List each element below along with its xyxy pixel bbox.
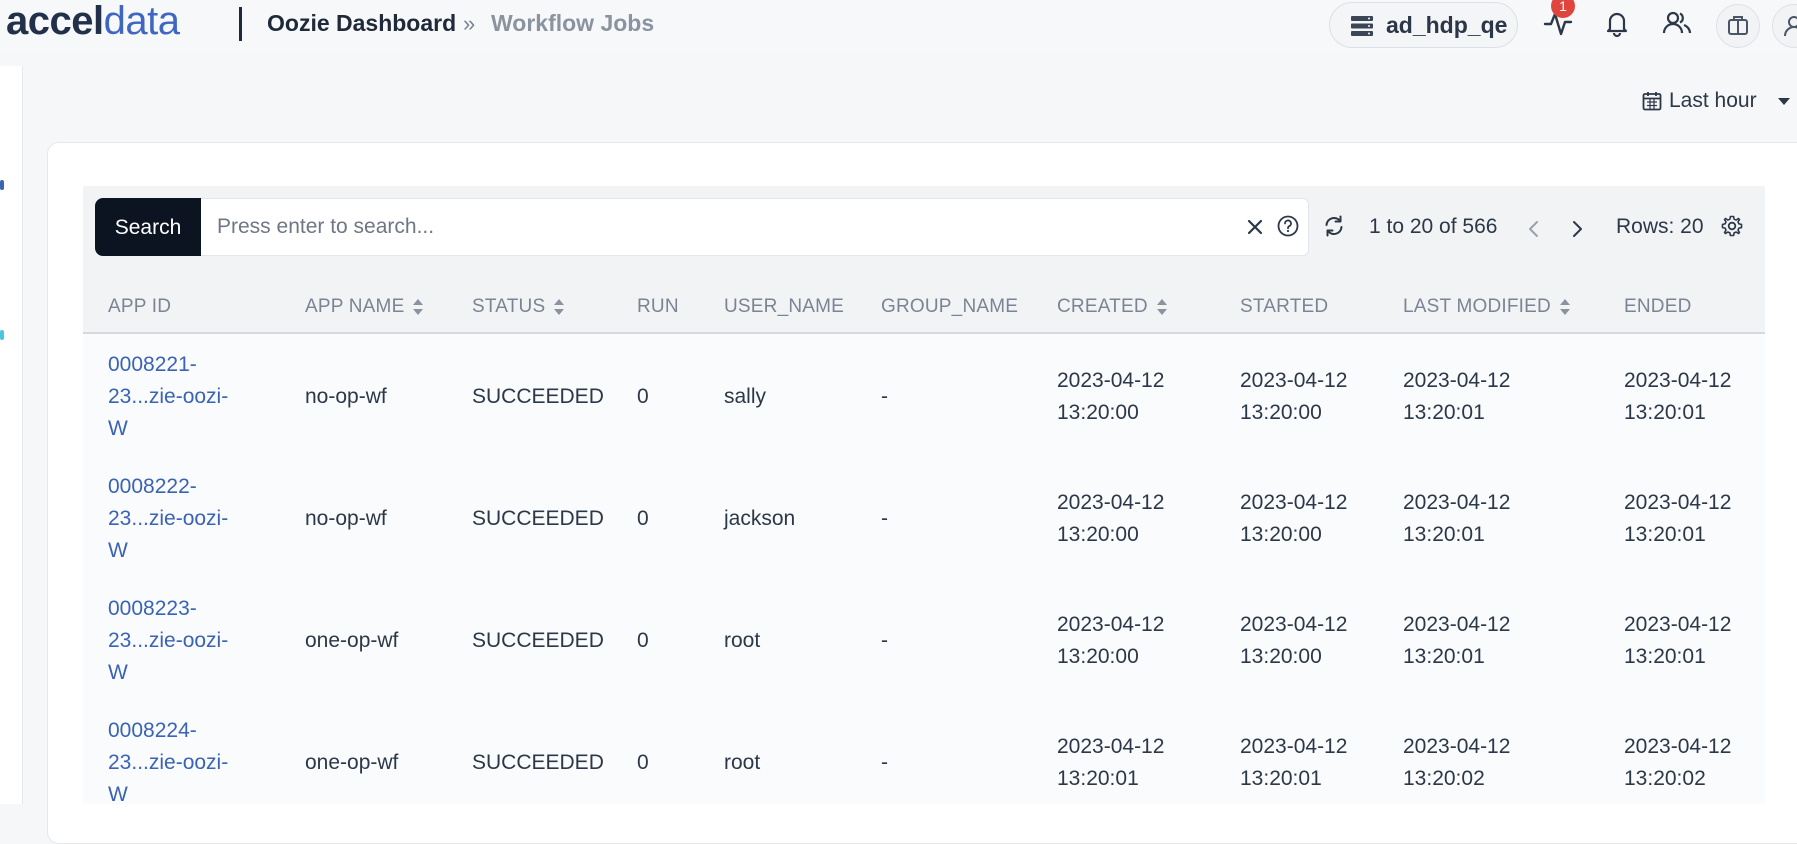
- column-header-run: RUN: [637, 296, 679, 317]
- header-divider: [239, 7, 242, 41]
- cell-user-name: root: [724, 629, 761, 652]
- cell-started: 2023-04-12 13:20:01: [1240, 735, 1348, 790]
- cell-created: 2023-04-12 13:20:01: [1057, 735, 1165, 790]
- cluster-name: ad_hdp_qe: [1386, 12, 1508, 38]
- column-header-ended: ENDED: [1624, 296, 1692, 317]
- collapsed-sidebar[interactable]: [0, 66, 23, 804]
- cell-started: 2023-04-12 13:20:00: [1240, 613, 1348, 668]
- sort-icon: [554, 298, 565, 315]
- caret-down-icon: [1778, 98, 1790, 105]
- bell-icon[interactable]: [1600, 6, 1634, 40]
- column-header-app-id: APP ID: [108, 296, 172, 317]
- cell-created: 2023-04-12 13:20:00: [1057, 369, 1165, 424]
- cell-app-name: no-op-wf: [305, 385, 387, 408]
- cell-status: SUCCEEDED: [472, 507, 604, 530]
- cell-ended: 2023-04-12 13:20:01: [1624, 369, 1732, 424]
- column-header-last-modified[interactable]: LAST MODIFIED: [1403, 296, 1571, 318]
- cell-run: 0: [637, 385, 649, 408]
- cell-user-name: root: [724, 751, 761, 774]
- gear-icon[interactable]: [1720, 214, 1744, 238]
- column-header-started: STARTED: [1240, 296, 1329, 317]
- cell-group-name: -: [881, 751, 888, 774]
- cell-started: 2023-04-12 13:20:00: [1240, 369, 1348, 424]
- sidebar-indicator: [0, 330, 4, 340]
- column-header-app-name[interactable]: APP NAME: [305, 296, 424, 318]
- cell-app-id[interactable]: 0008221- 23...zie-oozi- W: [108, 349, 228, 445]
- clear-search-icon[interactable]: [1244, 216, 1266, 238]
- cell-last-modified: 2023-04-12 13:20:01: [1403, 613, 1511, 668]
- search-input[interactable]: [201, 198, 1309, 256]
- cell-status: SUCCEEDED: [472, 385, 604, 408]
- next-page-icon[interactable]: [1570, 219, 1584, 239]
- cell-app-name: no-op-wf: [305, 507, 387, 530]
- cell-created: 2023-04-12 13:20:00: [1057, 491, 1165, 546]
- sidebar-indicator: [0, 180, 4, 190]
- cell-group-name: -: [881, 629, 888, 652]
- briefcase-icon: [1728, 16, 1748, 35]
- calendar-icon: [1642, 92, 1662, 111]
- column-header-status[interactable]: STATUS: [472, 296, 565, 318]
- column-header-created[interactable]: CREATED: [1057, 296, 1168, 318]
- search-button[interactable]: Search: [95, 198, 201, 256]
- briefcase-button[interactable]: [1716, 4, 1760, 48]
- top-header: acceldata Oozie Dashboard » Workflow Job…: [0, 0, 1797, 52]
- users-icon[interactable]: [1660, 6, 1694, 40]
- cell-app-name: one-op-wf: [305, 751, 399, 774]
- cell-last-modified: 2023-04-12 13:20:01: [1403, 369, 1511, 424]
- cell-run: 0: [637, 629, 649, 652]
- pagination-info: 1 to 20 of 566: [1369, 215, 1498, 238]
- cell-user-name: sally: [724, 385, 767, 408]
- cell-group-name: -: [881, 385, 888, 408]
- cell-status: SUCCEEDED: [472, 751, 604, 774]
- sort-icon: [1156, 298, 1167, 315]
- cell-started: 2023-04-12 13:20:00: [1240, 491, 1348, 546]
- cell-app-name: one-op-wf: [305, 629, 399, 652]
- cell-run: 0: [637, 507, 649, 530]
- help-icon[interactable]: [1276, 214, 1300, 238]
- sort-icon: [413, 298, 424, 315]
- refresh-icon[interactable]: [1322, 214, 1346, 238]
- rows-per-page[interactable]: Rows: 20: [1616, 215, 1704, 239]
- cell-ended: 2023-04-12 13:20:01: [1624, 613, 1732, 668]
- server-icon: [1351, 16, 1373, 36]
- breadcrumb-current: Workflow Jobs: [491, 10, 655, 36]
- previous-page-icon[interactable]: [1527, 219, 1541, 239]
- time-range-label: Last hour: [1669, 89, 1757, 112]
- cell-created: 2023-04-12 13:20:00: [1057, 613, 1165, 668]
- column-header-user-name: USER_NAME: [724, 296, 845, 317]
- cluster-selector[interactable]: ad_hdp_qe: [1329, 2, 1518, 48]
- breadcrumb-separator: »: [463, 11, 476, 36]
- cell-user-name: jackson: [724, 507, 796, 530]
- sort-icon: [1559, 298, 1570, 315]
- cell-run: 0: [637, 751, 649, 774]
- breadcrumb-parent[interactable]: Oozie Dashboard: [267, 10, 456, 37]
- cell-group-name: -: [881, 507, 888, 530]
- cell-status: SUCCEEDED: [472, 629, 604, 652]
- cell-last-modified: 2023-04-12 13:20:02: [1403, 735, 1511, 790]
- cell-last-modified: 2023-04-12 13:20:01: [1403, 491, 1511, 546]
- acceldata-logo[interactable]: acceldata: [6, 0, 180, 46]
- user-icon: [1784, 16, 1797, 37]
- cell-app-id[interactable]: 0008224- 23...zie-oozi- W: [108, 715, 228, 811]
- cell-ended: 2023-04-12 13:20:02: [1624, 735, 1732, 790]
- column-header-group-name: GROUP_NAME: [881, 296, 1019, 317]
- cell-app-id[interactable]: 0008222- 23...zie-oozi- W: [108, 471, 228, 567]
- cell-ended: 2023-04-12 13:20:01: [1624, 491, 1732, 546]
- cell-app-id[interactable]: 0008223- 23...zie-oozi- W: [108, 593, 228, 689]
- user-menu-button[interactable]: [1772, 4, 1797, 48]
